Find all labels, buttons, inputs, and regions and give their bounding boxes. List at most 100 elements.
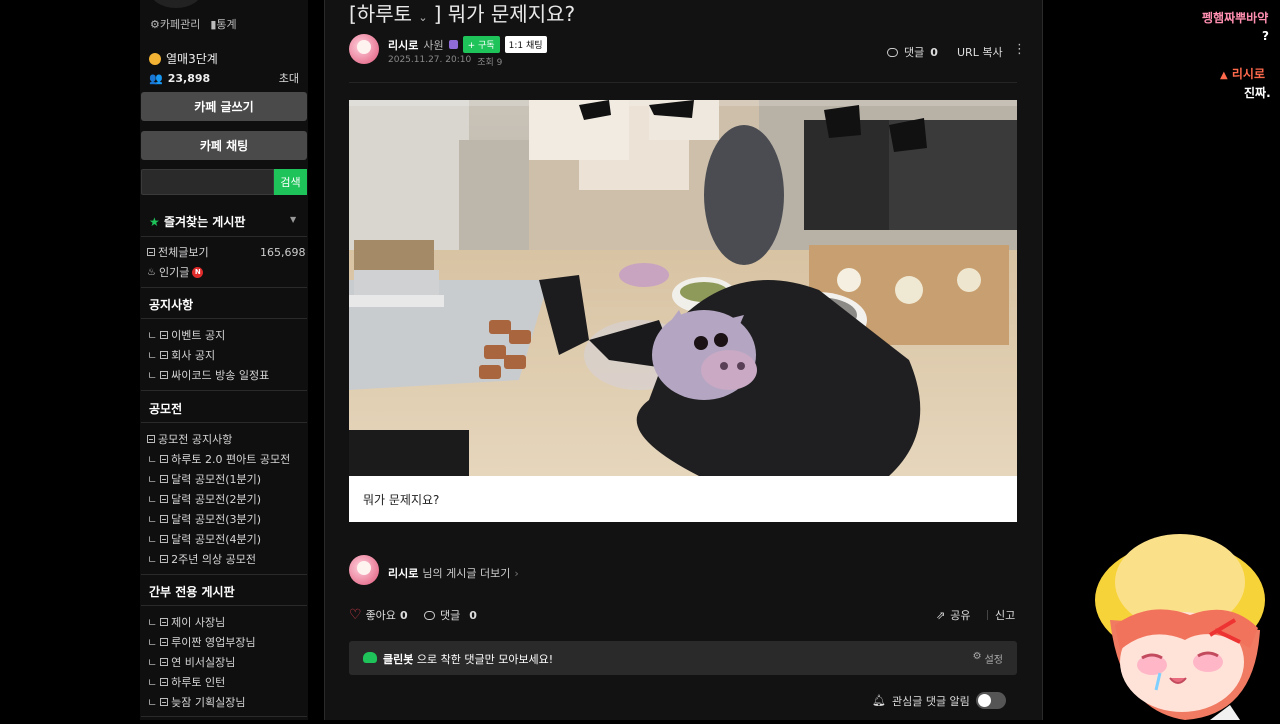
url-copy-button[interactable]: URL 복사 [957, 44, 1003, 60]
chat-badge-icon: ▲ [1220, 70, 1228, 81]
view-count: 조회 9 [477, 58, 503, 68]
cafe-manage-link[interactable]: ⚙카페관리 [150, 16, 200, 32]
divider [141, 716, 307, 717]
member-count-row: 👥 23,898 초대 [149, 70, 299, 86]
image-caption: 뭐가 문제지요? [349, 476, 1017, 522]
section-title-staff: 간부 전용 게시판 [149, 585, 235, 599]
report-button[interactable]: 신고 [995, 607, 1015, 623]
board-icon [160, 351, 169, 359]
new-badge: N [192, 266, 204, 278]
comment-notification-setting: 🔔︎ 관심글 댓글 알림 [872, 692, 1006, 709]
divider [141, 236, 307, 237]
divider [141, 605, 307, 606]
section-title-contest: 공모전 [149, 402, 183, 416]
sidebar-item-contest-notice[interactable]: 공모전 공지사항 [147, 431, 232, 447]
invite-link[interactable]: 초대 [279, 70, 299, 86]
sidebar-item-calendar-q2[interactable]: ㄴ 달력 공모전(2분기) [147, 491, 261, 507]
divider [141, 574, 307, 575]
post-image[interactable] [349, 100, 1017, 476]
share-button[interactable]: ⇗ 공유 [936, 607, 970, 623]
board-icon [160, 475, 169, 483]
sidebar-item-calendar-q3[interactable]: ㄴ 달력 공모전(3분기) [147, 511, 261, 527]
post-meta: 2025.11.27. 20:10 조회 9 [388, 55, 502, 68]
post-title: [하루토 ⌄ ] 뭐가 문제지요? [349, 0, 575, 27]
robot-icon [363, 652, 377, 663]
sidebar-item-planning[interactable]: ㄴ 늦잠 기획실장님 [147, 694, 245, 710]
board-icon [160, 638, 169, 646]
members-icon: 👥 [149, 71, 163, 85]
rank-badge-icon [448, 40, 458, 49]
cleanbot-settings-button[interactable]: ⚙ 설정 [973, 651, 1003, 666]
avatar[interactable] [349, 34, 379, 64]
sidebar-item-ceo[interactable]: ㄴ 제이 사장님 [147, 614, 225, 630]
post-date: 2025.11.27. 20:10 [388, 55, 472, 65]
sidebar-item-calendar-q4[interactable]: ㄴ 달력 공모전(4분기) [147, 531, 261, 547]
like-button[interactable]: ♡ 좋아요 0 [349, 607, 408, 623]
cleanbot-banner[interactable]: 클린봇 으로 착한 댓글만 모아보세요! ⚙ 설정 [349, 641, 1017, 675]
board-icon [160, 495, 169, 503]
sidebar-item-popular[interactable]: ♨ 인기글 N [147, 264, 204, 280]
member-level: 열매3단계 [149, 50, 218, 67]
chat-username: ▲ 리시로 [1220, 67, 1266, 81]
chevron-down-icon: ⌄ [418, 11, 428, 24]
sidebar-item-broadcast-schedule[interactable]: ㄴ 싸이코드 방송 일정표 [147, 367, 269, 383]
sidebar-item-secretary[interactable]: ㄴ연 비서실장님 [147, 654, 235, 670]
caret-down-icon[interactable]: ▼ [290, 215, 296, 224]
board-icon [160, 678, 169, 686]
comment-button[interactable]: 댓글 0 [424, 607, 477, 623]
fruit-icon [149, 52, 161, 65]
author-info: 리시로 사원 + 구독 1:1 채팅 [388, 36, 547, 53]
author-role: 사원 [423, 38, 444, 52]
chat-message: 진짜. [1244, 86, 1271, 100]
board-icon [160, 555, 169, 563]
bell-icon: 🔔︎ [872, 694, 886, 707]
gear-icon: ⚙ [150, 18, 160, 31]
sidebar-item-company-notice[interactable]: ㄴ 회사 공지 [147, 347, 215, 363]
cafe-admin-links: ⚙카페관리 ▮통계 [150, 16, 237, 32]
search-button[interactable]: 검색 [274, 169, 307, 195]
chat-message: ? [1262, 29, 1269, 43]
sidebar-item-calendar-q1[interactable]: ㄴ 달력 공모전(1분기) [147, 471, 261, 487]
sidebar-item-intern[interactable]: ㄴ 하루토 인턴 [147, 674, 225, 690]
board-icon [160, 515, 169, 523]
sidebar-item-event-notice[interactable]: ㄴ 이벤트 공지 [147, 327, 225, 343]
board-icon [160, 618, 169, 626]
divider [987, 610, 988, 620]
sidebar-item-costume-contest[interactable]: ㄴ 2주년 의상 공모전 [147, 551, 256, 567]
streamer-avatar-illustration [1090, 530, 1280, 720]
favorites-heading[interactable]: ★ 즐겨찾는 게시판 [149, 213, 245, 230]
cafe-write-button[interactable]: 카페 글쓰기 [141, 92, 307, 121]
member-count: 23,898 [167, 71, 211, 85]
avatar[interactable] [349, 555, 379, 585]
more-options-icon[interactable]: ⋮ [1013, 42, 1026, 57]
author-more-posts-link[interactable]: 리시로 님의 게시글 더보기 › [388, 565, 519, 581]
category-link[interactable]: [하루토 ⌄ [349, 0, 428, 27]
comment-icon [424, 610, 435, 620]
comment-icon [887, 47, 898, 57]
subscribe-button[interactable]: + 구독 [462, 36, 500, 53]
board-icon [160, 658, 169, 666]
sidebar-item-all-posts[interactable]: 전체글보기 165,698 [147, 244, 306, 260]
divider [141, 422, 307, 423]
sidebar-item-sales-manager[interactable]: ㄴ 루이짠 영업부장님 [147, 634, 256, 650]
sidebar-item-fanart-contest[interactable]: ㄴ 하루토 2.0 편아트 공모전 [147, 451, 290, 467]
board-icon [160, 455, 169, 463]
cafe-chat-button[interactable]: 카페 채팅 [141, 131, 307, 160]
chevron-right-icon: › [514, 566, 519, 580]
notification-toggle[interactable] [975, 692, 1006, 709]
chat-username: 펭햄짜뿌바약 [1202, 11, 1269, 25]
board-icon [160, 535, 169, 543]
comment-count-button[interactable]: 댓글 0 [887, 44, 938, 60]
stats-link[interactable]: ▮통계 [210, 16, 236, 32]
caption-text: 뭐가 문제지요? [363, 493, 440, 507]
one-to-one-chat-button[interactable]: 1:1 채팅 [504, 36, 547, 53]
author-name[interactable]: 리시로 [388, 37, 418, 53]
cafe-search-input[interactable] [141, 169, 274, 195]
share-icon: ⇗ [936, 608, 946, 622]
left-margin [0, 0, 140, 720]
board-icon [160, 371, 169, 379]
board-icon [147, 248, 155, 256]
divider [141, 390, 307, 391]
star-icon: ★ [149, 215, 160, 229]
gear-icon: ⚙ [972, 651, 982, 662]
